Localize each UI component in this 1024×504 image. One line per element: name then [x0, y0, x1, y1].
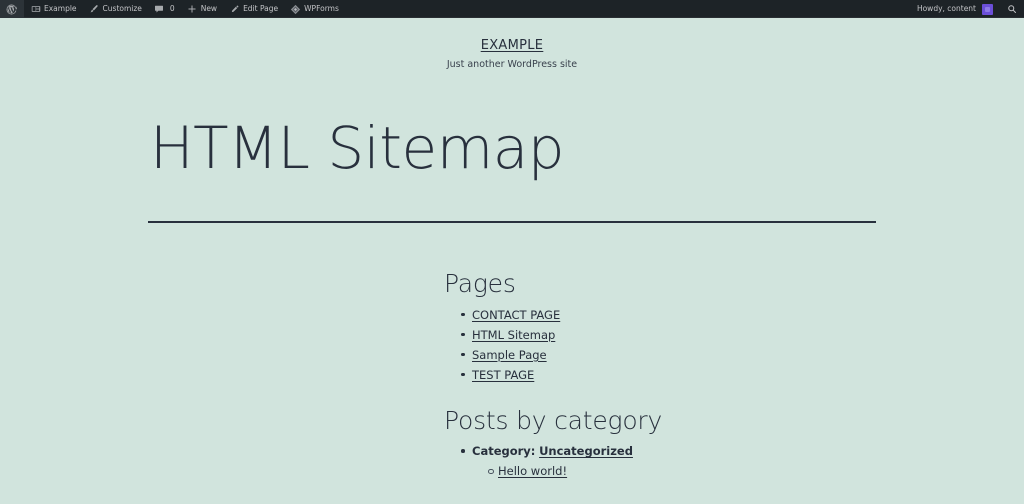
- avatar: [982, 4, 993, 15]
- list-item: HTML Sitemap: [472, 325, 762, 345]
- list-item: Sample Page: [472, 345, 762, 365]
- category-prefix-label: Category:: [472, 444, 535, 458]
- dashboard-home-icon: [30, 4, 41, 15]
- admin-bar-item-new-content[interactable]: New: [181, 0, 223, 18]
- admin-bar-item-search[interactable]: [999, 0, 1024, 18]
- admin-bar-left-group: Example Customize 0: [0, 0, 345, 18]
- entry-article: HTML Sitemap Pages CONTACT PAGE HTML Sit…: [0, 118, 1024, 481]
- admin-bar-item-comments[interactable]: 0: [148, 0, 181, 18]
- admin-bar-item-my-account[interactable]: Howdy, content: [911, 0, 999, 18]
- wp-logo-menu-item[interactable]: [0, 0, 24, 18]
- admin-bar-item-edit-page[interactable]: Edit Page: [223, 0, 284, 18]
- admin-bar-item-site-name[interactable]: Example: [24, 0, 83, 18]
- page-link-contact[interactable]: CONTACT PAGE: [472, 308, 560, 322]
- admin-bar-label-edit-page: Edit Page: [243, 5, 278, 13]
- search-icon: [1006, 4, 1017, 15]
- list-item: CONTACT PAGE: [472, 305, 762, 325]
- admin-bar-label-customize: Customize: [103, 5, 142, 13]
- entry-header: HTML Sitemap: [148, 118, 876, 223]
- admin-bar-label-site-name: Example: [44, 5, 77, 13]
- comment-bubble-icon: [154, 4, 165, 15]
- title-divider: [148, 221, 876, 223]
- pages-heading: Pages: [444, 270, 762, 299]
- category-posts-list: Hello world!: [472, 461, 762, 481]
- list-item: Hello world!: [498, 461, 762, 481]
- site-title-link[interactable]: EXAMPLE: [481, 38, 544, 54]
- page-link-test-page[interactable]: TEST PAGE: [472, 368, 534, 382]
- admin-bar-label-new-content: New: [201, 5, 217, 13]
- wpforms-diamond-icon: [290, 4, 301, 15]
- admin-bar-item-wpforms[interactable]: WPForms: [284, 0, 345, 18]
- site-header: EXAMPLE Just another WordPress site: [0, 18, 1024, 71]
- avatar-glyph: [985, 7, 990, 12]
- admin-bar-label-howdy: Howdy, content: [917, 5, 976, 13]
- pencil-icon: [229, 4, 240, 15]
- wp-admin-bar: Example Customize 0: [0, 0, 1024, 18]
- entry-content: Pages CONTACT PAGE HTML Sitemap Sample P…: [262, 270, 762, 482]
- list-item: TEST PAGE: [472, 365, 762, 385]
- admin-bar-label-wpforms: WPForms: [304, 5, 339, 13]
- post-link-hello-world[interactable]: Hello world!: [498, 464, 567, 478]
- page-title: HTML Sitemap: [148, 118, 876, 179]
- wordpress-logo-icon: [6, 4, 17, 15]
- admin-bar-item-customize[interactable]: Customize: [83, 0, 148, 18]
- categories-list: Category: Uncategorized Hello world!: [444, 441, 762, 481]
- plus-icon: [187, 4, 198, 15]
- category-link-uncategorized[interactable]: Uncategorized: [539, 444, 633, 458]
- posts-by-category-heading: Posts by category: [444, 407, 762, 436]
- admin-bar-right-group: Howdy, content: [911, 0, 1024, 18]
- site-tagline: Just another WordPress site: [0, 59, 1024, 71]
- page-link-html-sitemap[interactable]: HTML Sitemap: [472, 328, 555, 342]
- paintbrush-icon: [89, 4, 100, 15]
- pages-list: CONTACT PAGE HTML Sitemap Sample Page TE…: [444, 305, 762, 385]
- page-link-sample-page[interactable]: Sample Page: [472, 348, 547, 362]
- list-item: Category: Uncategorized Hello world!: [472, 441, 762, 481]
- admin-bar-comment-count: 0: [170, 5, 175, 13]
